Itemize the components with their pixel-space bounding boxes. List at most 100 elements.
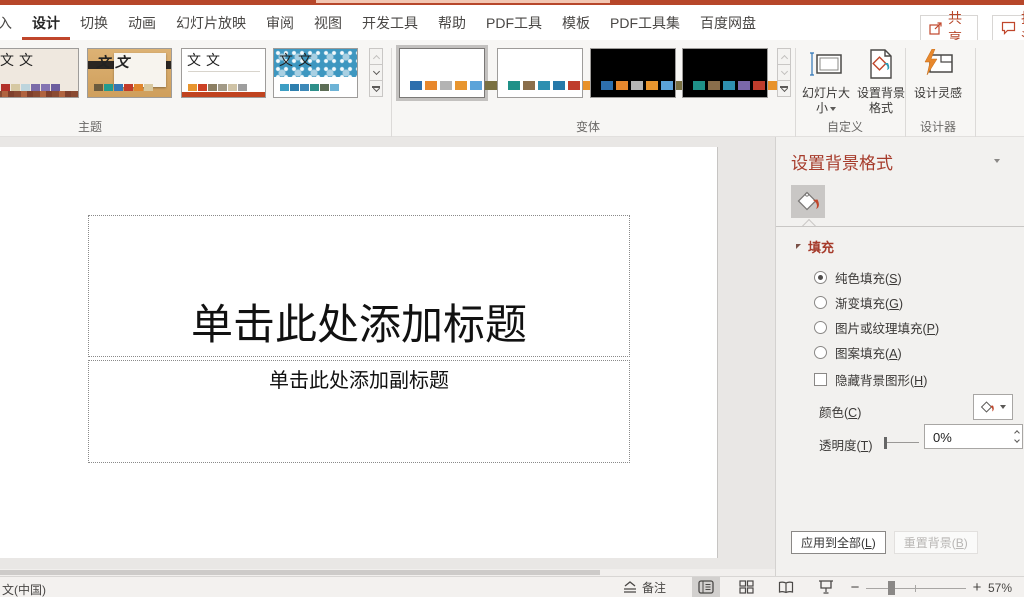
slideshow-view-button[interactable] <box>812 577 840 597</box>
customize-group-label: 自定义 <box>815 118 875 135</box>
horizontal-scrollbar[interactable] <box>0 569 775 576</box>
notes-label: 备注 <box>642 579 666 596</box>
option-label: 渐变填充(G) <box>835 293 903 312</box>
color-label: 颜色(C) <box>819 402 861 421</box>
ribbon-tab-切换[interactable]: 切换 <box>70 5 118 40</box>
option-label: 纯色填充(S) <box>835 268 902 287</box>
pane-title: 设置背景格式 <box>791 149 893 174</box>
option-label: 图片或纹理填充(P) <box>835 318 939 337</box>
title-placeholder-text: 单击此处添加标题 <box>89 291 629 352</box>
transparency-row: 透明度(T) 0% <box>819 435 1015 454</box>
fill-section-label: 填充 <box>808 237 834 256</box>
fill-option-图片或纹理填充(P)[interactable]: 图片或纹理填充(P) <box>814 315 939 340</box>
spin-up-icon[interactable] <box>1014 430 1020 436</box>
radio-control[interactable] <box>814 296 827 309</box>
titlebar-strip-highlight <box>316 0 610 3</box>
themes-scroll-down-button[interactable] <box>369 64 383 81</box>
fill-section-header[interactable]: 填充 <box>796 237 834 256</box>
theme-thumbnail[interactable]: 文文 <box>181 48 266 98</box>
slide-size-icon <box>809 46 843 82</box>
variants-scroll-down-button[interactable] <box>777 64 791 81</box>
transparency-spinner[interactable]: 0% <box>924 424 1023 449</box>
ribbon-tab-动画[interactable]: 动画 <box>118 5 166 40</box>
radio-control[interactable] <box>814 271 827 284</box>
variant-thumbnail[interactable] <box>497 48 583 98</box>
variants-more-button[interactable] <box>777 80 791 97</box>
radio-control[interactable] <box>814 321 827 334</box>
variants-gallery-scroll <box>777 48 791 96</box>
fill-option-渐变填充(G)[interactable]: 渐变填充(G) <box>814 290 939 315</box>
ribbon-tab-row: 插入设计切换动画幻灯片放映审阅视图开发工具帮助PDF工具模板PDF工具集百度网盘… <box>0 5 1024 40</box>
dropdown-arrow-icon <box>1000 405 1006 409</box>
share-button[interactable]: 共享 <box>920 15 978 41</box>
language-indicator[interactable]: 文(中国) <box>2 581 46 597</box>
zoom-percentage[interactable]: 57% <box>988 581 1012 595</box>
notes-icon <box>622 581 638 594</box>
design-ideas-button[interactable]: 设计灵感 <box>912 46 964 101</box>
format-background-button[interactable]: 设置背景格式 <box>855 46 907 116</box>
zoom-slider-track[interactable] <box>866 588 966 589</box>
ribbon-tab-PDF工具[interactable]: PDF工具 <box>476 5 552 40</box>
ribbon-tab-视图[interactable]: 视图 <box>304 5 352 40</box>
fill-option-图案填充(A)[interactable]: 图案填充(A) <box>814 340 939 365</box>
variants-scroll-up-button[interactable] <box>777 48 791 65</box>
ribbon-tab-模板[interactable]: 模板 <box>552 5 600 40</box>
horizontal-scrollbar-thumb[interactable] <box>0 570 600 575</box>
variant-thumbnail-selected[interactable] <box>399 48 485 98</box>
themes-scroll-up-button[interactable] <box>369 48 383 65</box>
radio-control[interactable] <box>814 346 827 359</box>
variant-thumbnail[interactable] <box>682 48 768 98</box>
slide-size-button[interactable]: 幻灯片大小 <box>800 46 852 116</box>
format-background-label: 设置背景格式 <box>855 86 907 116</box>
ribbon-tab-插入[interactable]: 插入 <box>0 5 22 40</box>
option-label: 图案填充(A) <box>835 343 902 362</box>
notes-button[interactable]: 备注 <box>622 579 666 596</box>
option-label: 隐藏背景图形(H) <box>835 370 927 389</box>
status-bar: 文(中国) 备注 − + 57% <box>0 576 1024 597</box>
ribbon: 文文文文文文文文 主题 变体 幻灯片大小 设置背景格式 自定义 <box>0 40 1024 137</box>
ribbon-tab-审阅[interactable]: 审阅 <box>256 5 304 40</box>
title-placeholder[interactable]: 单击此处添加标题 <box>88 215 630 357</box>
powerpoint-window: 插入设计切换动画幻灯片放映审阅视图开发工具帮助PDF工具模板PDF工具集百度网盘… <box>0 0 1024 597</box>
fill-option-纯色填充(S)[interactable]: 纯色填充(S) <box>814 265 939 290</box>
slide-sorter-view-button[interactable] <box>732 577 760 597</box>
zoom-in-button[interactable]: + <box>970 579 984 596</box>
slide-canvas: 单击此处添加标题 单击此处添加副标题 <box>0 137 775 576</box>
color-picker-button[interactable] <box>973 394 1013 420</box>
variant-thumbnail[interactable] <box>590 48 676 98</box>
ribbon-tab-百度网盘[interactable]: 百度网盘 <box>690 5 766 40</box>
slide-size-label: 幻灯片大小 <box>800 86 852 116</box>
comments-button[interactable]: 批注 <box>992 15 1024 41</box>
reading-view-button[interactable] <box>772 577 800 597</box>
transparency-slider-thumb[interactable] <box>884 437 887 449</box>
slide[interactable]: 单击此处添加标题 单击此处添加副标题 <box>0 147 718 558</box>
option-隐藏背景图形(H)[interactable]: 隐藏背景图形(H) <box>814 367 939 392</box>
transparency-label: 透明度(T) <box>819 435 872 454</box>
theme-thumbnail[interactable]: 文文 <box>87 48 172 98</box>
pane-separator <box>776 226 1024 227</box>
themes-group-label: 主题 <box>60 118 120 135</box>
ribbon-tab-帮助[interactable]: 帮助 <box>428 5 476 40</box>
zoom-slider-thumb[interactable] <box>888 581 895 595</box>
fill-tab-bucket-icon[interactable] <box>791 185 825 218</box>
theme-thumbnail[interactable]: 文文 <box>0 48 79 98</box>
apply-to-all-button[interactable]: 应用到全部(L) <box>791 531 886 554</box>
design-ideas-icon <box>922 46 954 82</box>
normal-view-button[interactable] <box>692 577 720 597</box>
reset-background-button[interactable]: 重置背景(B) <box>894 531 978 554</box>
theme-thumbnail[interactable]: 文文 <box>273 48 358 98</box>
ribbon-tab-开发工具[interactable]: 开发工具 <box>352 5 428 40</box>
spin-down-icon[interactable] <box>1014 437 1020 443</box>
checkbox-control[interactable] <box>814 373 827 386</box>
design-ideas-label: 设计灵感 <box>912 86 964 101</box>
ribbon-tab-设计[interactable]: 设计 <box>22 5 70 40</box>
ribbon-tab-幻灯片放映[interactable]: 幻灯片放映 <box>166 5 256 40</box>
designer-group-label: 设计器 <box>908 118 968 135</box>
pane-options-dropdown[interactable] <box>994 159 1000 163</box>
themes-more-button[interactable] <box>369 80 383 97</box>
zoom-out-button[interactable]: − <box>848 579 862 596</box>
ribbon-tab-PDF工具集[interactable]: PDF工具集 <box>600 5 690 40</box>
subtitle-placeholder[interactable]: 单击此处添加副标题 <box>88 360 630 463</box>
transparency-slider-track <box>887 442 919 443</box>
bucket-icon <box>980 401 994 414</box>
